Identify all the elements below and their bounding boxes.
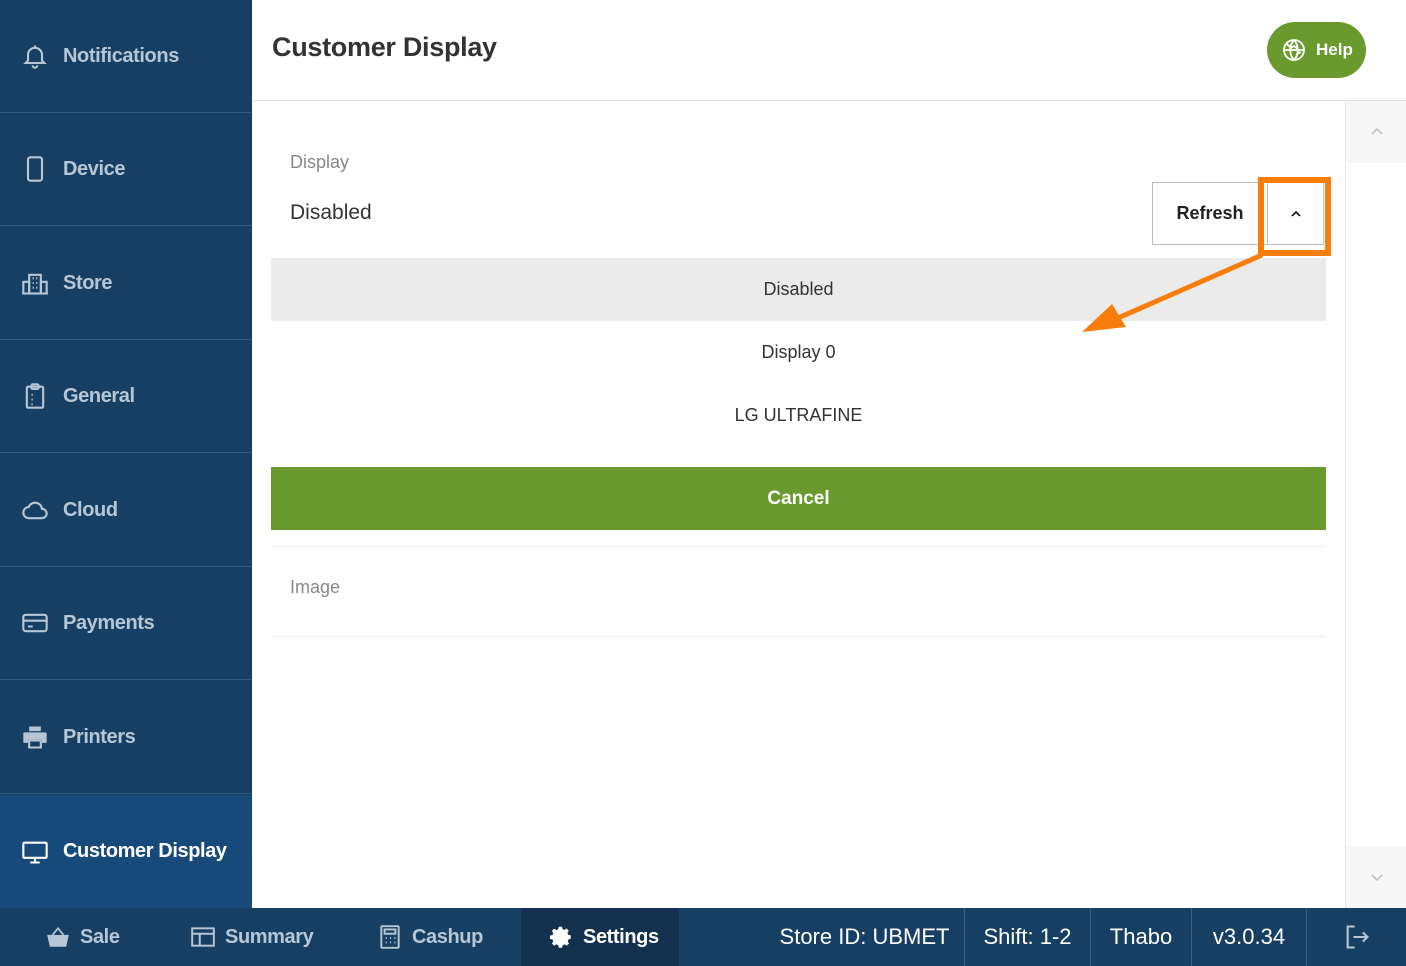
store-id: Store ID: UBMET <box>779 924 950 949</box>
sidebar-item-label: Device <box>63 157 126 180</box>
sidebar-item-store[interactable]: Store <box>0 227 252 340</box>
device-icon <box>20 154 50 184</box>
display-setting-value: Disabled <box>290 201 372 224</box>
chevron-down-icon <box>1370 874 1383 882</box>
page-header: Customer Display Help <box>252 0 1406 101</box>
credit-card-icon <box>20 608 50 638</box>
section-divider <box>271 546 1326 547</box>
sidebar: Notifications Device Store General Cloud… <box>0 0 252 908</box>
help-label: Help <box>1316 40 1353 59</box>
scroll-down-button[interactable] <box>1346 846 1406 908</box>
sidebar-item-customer-display[interactable]: Customer Display <box>0 795 252 908</box>
sidebar-item-device[interactable]: Device <box>0 113 252 226</box>
tab-sale[interactable]: Sale <box>45 908 120 966</box>
sidebar-item-label: Printers <box>63 725 136 748</box>
tab-cashup[interactable]: Cashup <box>377 908 483 966</box>
tab-label: Sale <box>80 925 120 948</box>
sidebar-item-label: Cloud <box>63 498 118 521</box>
shift-info: Shift: 1-2 <box>964 908 1090 966</box>
page-title: Customer Display <box>272 32 497 62</box>
bottom-bar: Sale Summary Cashup Settings Store ID: U… <box>0 908 1406 966</box>
logout-icon <box>1346 925 1369 949</box>
monitor-icon <box>20 837 50 867</box>
user-name: Thabo <box>1090 908 1191 966</box>
table-icon <box>191 927 215 947</box>
scrollbar[interactable] <box>1345 101 1406 908</box>
help-button[interactable]: Help <box>1267 22 1366 78</box>
gear-icon <box>549 926 571 948</box>
sidebar-item-label: Payments <box>63 611 155 634</box>
display-setting-label: Display <box>290 152 350 172</box>
tab-label: Cashup <box>412 925 483 948</box>
tab-summary[interactable]: Summary <box>190 908 314 966</box>
cloud-icon <box>20 495 50 525</box>
printer-icon <box>20 722 50 752</box>
bell-icon <box>20 41 50 71</box>
sidebar-item-printers[interactable]: Printers <box>0 681 252 794</box>
clipboard-icon <box>20 381 50 411</box>
sidebar-item-label: Notifications <box>63 44 179 67</box>
app-version: v3.0.34 <box>1191 908 1306 966</box>
sidebar-item-label: General <box>63 384 135 407</box>
sidebar-item-label: Customer Display <box>63 840 227 862</box>
cancel-button[interactable]: Cancel <box>271 467 1326 530</box>
chevron-up-icon <box>1290 210 1301 217</box>
display-option[interactable]: LG ULTRAFINE <box>271 384 1326 447</box>
sidebar-item-notifications[interactable]: Notifications <box>0 0 252 113</box>
logout-button[interactable] <box>1306 908 1406 966</box>
sidebar-item-cloud[interactable]: Cloud <box>0 454 252 567</box>
dropdown-toggle-button[interactable] <box>1268 182 1324 245</box>
calculator-icon <box>380 925 400 949</box>
section-divider <box>271 636 1326 637</box>
scroll-up-button[interactable] <box>1346 101 1406 163</box>
display-option[interactable]: Display 0 <box>271 321 1326 384</box>
tab-label: Settings <box>583 925 659 948</box>
tab-label: Summary <box>225 925 314 948</box>
sidebar-item-label: Store <box>63 271 113 294</box>
sidebar-item-general[interactable]: General <box>0 340 252 453</box>
display-option[interactable]: Disabled <box>271 258 1326 321</box>
tab-settings[interactable]: Settings <box>521 908 679 966</box>
image-setting-label: Image <box>290 577 341 597</box>
display-options-list: Disabled Display 0 LG ULTRAFINE <box>271 258 1326 447</box>
store-icon <box>20 268 50 298</box>
basket-icon <box>47 926 69 947</box>
sidebar-item-payments[interactable]: Payments <box>0 567 252 680</box>
chevron-up-icon <box>1370 127 1383 135</box>
globe-icon <box>1283 39 1305 61</box>
refresh-button[interactable]: Refresh <box>1152 182 1268 245</box>
